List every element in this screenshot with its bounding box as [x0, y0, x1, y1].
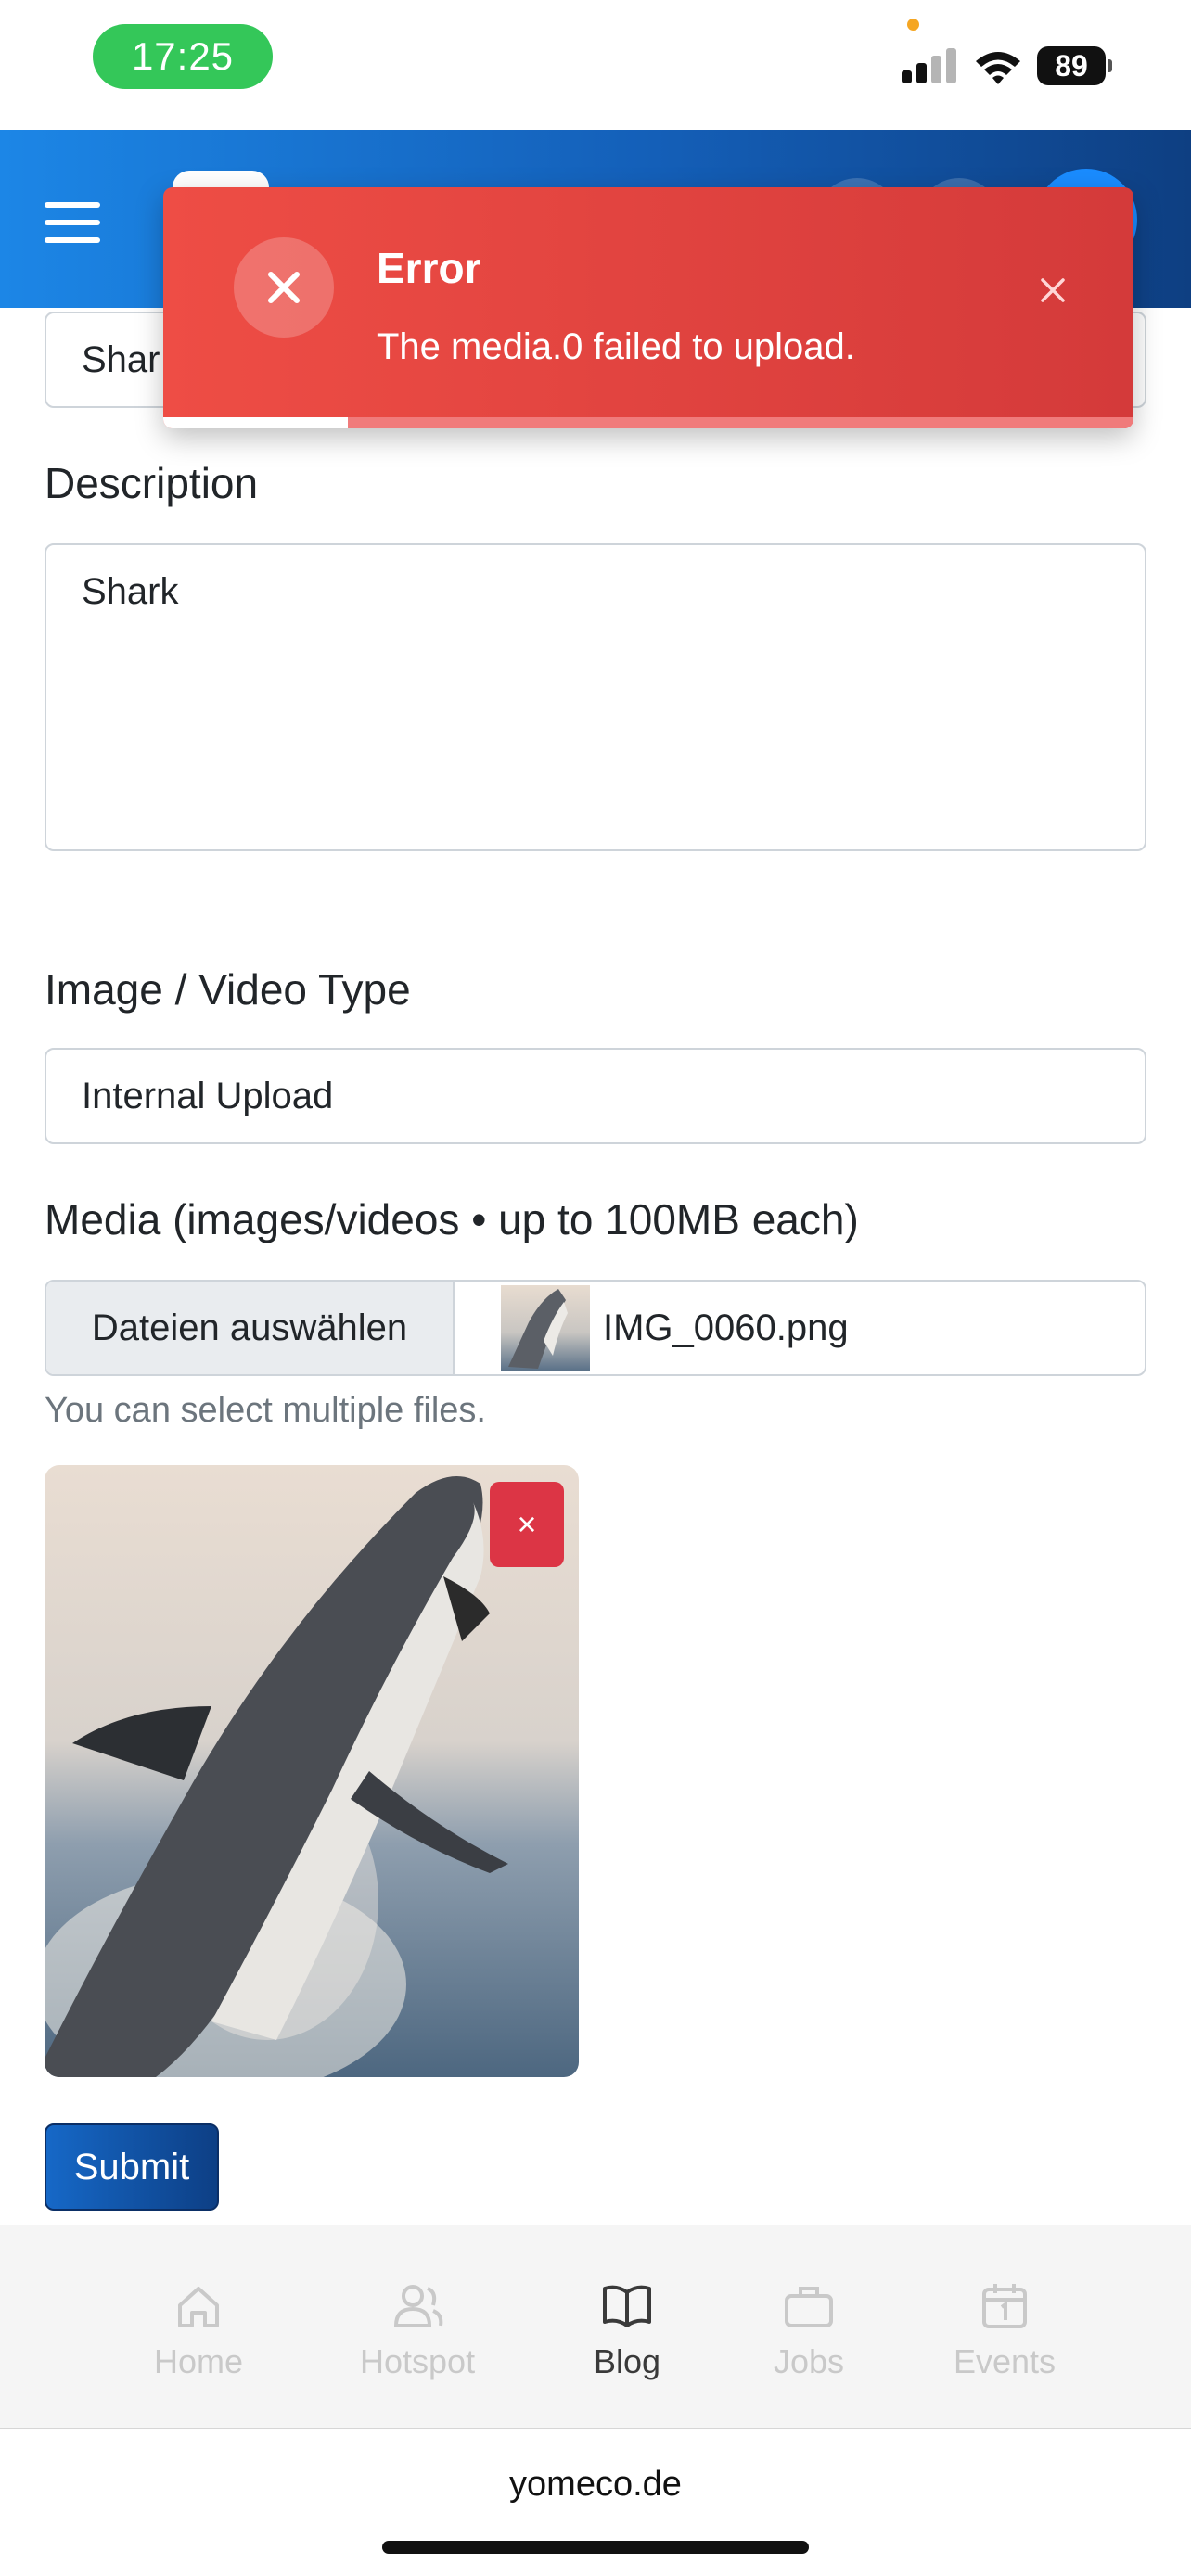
choose-files-button[interactable]: Dateien auswählen [46, 1282, 455, 1374]
file-thumbnail [501, 1285, 590, 1371]
media-type-select[interactable]: Internal Upload [45, 1048, 1146, 1144]
media-type-label: Image / Video Type [45, 965, 411, 1014]
menu-icon[interactable] [45, 202, 100, 243]
nav-label: Events [954, 2342, 1057, 2380]
close-icon[interactable] [1028, 265, 1078, 315]
error-toast: Error The media.0 failed to upload. [163, 187, 1133, 428]
calendar-icon [982, 2284, 1028, 2328]
nav-label: Blog [594, 2342, 661, 2380]
description-label: Description [45, 459, 259, 507]
users-icon [394, 2285, 443, 2327]
nav-item-home[interactable]: Home [154, 2281, 243, 2381]
toast-title: Error [377, 244, 481, 292]
nav-item-blog[interactable]: Blog [594, 2281, 660, 2381]
book-icon [603, 2285, 652, 2327]
status-bar: 17:25 89 [0, 0, 1191, 130]
toast-progress-track [163, 417, 1133, 428]
battery-icon: 89 [1037, 46, 1112, 85]
media-preview: × [45, 1465, 579, 2077]
nav-label: Home [154, 2342, 244, 2380]
toast-message: The media.0 failed to upload. [377, 326, 855, 367]
error-icon [234, 237, 334, 338]
home-icon [178, 2287, 220, 2327]
nav-item-hotspot[interactable]: Hotspot [360, 2281, 475, 2381]
signal-icon [902, 48, 957, 83]
briefcase-icon [785, 2287, 834, 2327]
nav-item-jobs[interactable]: Jobs [774, 2281, 844, 2381]
nav-label: Hotspot [360, 2342, 476, 2380]
selected-file-name: IMG_0060.png [603, 1307, 849, 1348]
remove-media-button[interactable]: × [490, 1482, 564, 1567]
browser-url-bar: yomeco.de [0, 2431, 1191, 2576]
nav-item-events[interactable]: Events [954, 2281, 1056, 2381]
wifi-icon [974, 48, 1022, 85]
battery-level: 89 [1037, 46, 1106, 85]
home-indicator[interactable] [382, 2541, 809, 2554]
media-label: Media (images/videos • up to 100MB each) [45, 1195, 859, 1243]
toast-progress-bar [163, 417, 348, 428]
bottom-nav: Home Hotspot Blog Jobs Events [0, 2225, 1191, 2429]
submit-button[interactable]: Submit [45, 2123, 219, 2211]
privacy-indicator [907, 19, 919, 31]
status-time: 17:25 [93, 24, 273, 89]
help-text: You can select multiple files. [45, 1391, 486, 1430]
url-text[interactable]: yomeco.de [0, 2465, 1191, 2505]
nav-label: Jobs [774, 2342, 845, 2380]
description-textarea[interactable]: Shark [45, 543, 1146, 851]
file-input[interactable]: Dateien auswählen IMG_0060.png [45, 1280, 1146, 1376]
